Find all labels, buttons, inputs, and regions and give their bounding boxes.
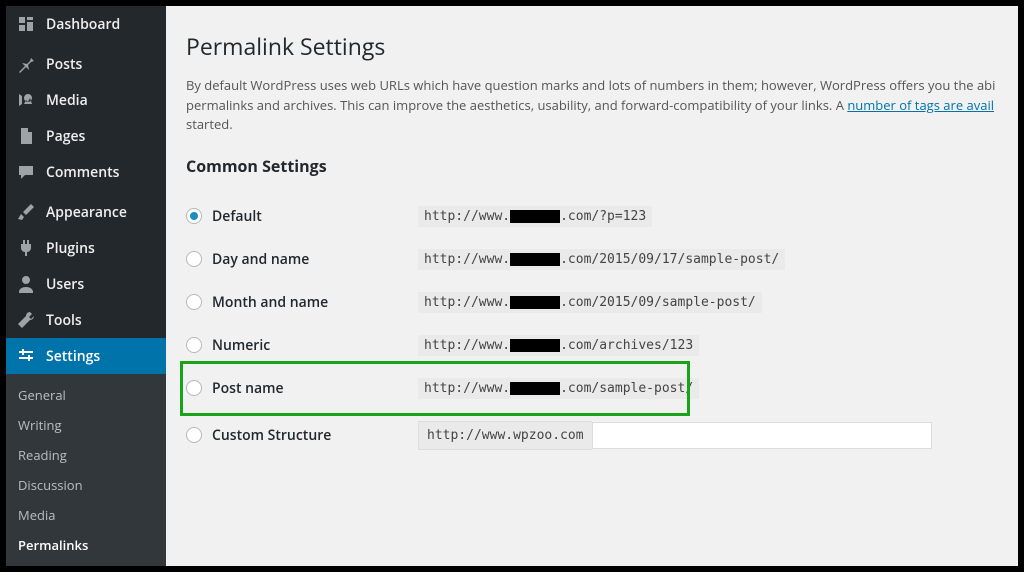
- redacted-domain: [510, 382, 560, 395]
- submenu-media[interactable]: Media: [6, 500, 166, 530]
- dashboard-icon: [16, 14, 36, 34]
- submenu-discussion[interactable]: Discussion: [6, 470, 166, 500]
- tags-link[interactable]: number of tags are avail: [847, 96, 994, 114]
- sidebar-item-label: Users: [46, 275, 84, 294]
- page-description: By default WordPress uses web URLs which…: [186, 76, 998, 135]
- submenu-general[interactable]: General: [6, 380, 166, 410]
- sidebar-item-label: Media: [46, 91, 88, 110]
- settings-submenu: General Writing Reading Discussion Media…: [6, 374, 166, 566]
- sidebar-item-label: Tools: [46, 311, 82, 330]
- radio-label: Numeric: [212, 336, 270, 355]
- option-numeric[interactable]: Numeric http://www..com/archives/123: [186, 324, 998, 367]
- radio-numeric[interactable]: [186, 337, 202, 353]
- admin-sidebar: Dashboard Posts Media Pages Comments: [6, 6, 166, 566]
- media-icon: [16, 90, 36, 110]
- plug-icon: [16, 238, 36, 258]
- sidebar-item-label: Posts: [46, 55, 82, 74]
- sidebar-item-posts[interactable]: Posts: [6, 46, 166, 82]
- comment-icon: [16, 162, 36, 182]
- custom-structure-input[interactable]: [592, 422, 932, 449]
- sliders-icon: [16, 346, 36, 366]
- sidebar-item-pages[interactable]: Pages: [6, 118, 166, 154]
- submenu-reading[interactable]: Reading: [6, 440, 166, 470]
- redacted-domain: [510, 296, 560, 309]
- radio-post-name[interactable]: [186, 380, 202, 396]
- radio-label: Custom Structure: [212, 426, 331, 445]
- option-day-name[interactable]: Day and name http://www..com/2015/09/17/…: [186, 238, 998, 281]
- app-frame: Dashboard Posts Media Pages Comments: [6, 6, 1018, 566]
- option-month-name[interactable]: Month and name http://www..com/2015/09/s…: [186, 281, 998, 324]
- submenu-permalinks[interactable]: Permalinks: [6, 530, 166, 560]
- redacted-domain: [510, 210, 560, 223]
- radio-label: Day and name: [212, 250, 309, 269]
- wrench-icon: [16, 310, 36, 330]
- sidebar-item-users[interactable]: Users: [6, 266, 166, 302]
- sidebar-item-comments[interactable]: Comments: [6, 154, 166, 190]
- page-icon: [16, 126, 36, 146]
- sidebar-item-dashboard[interactable]: Dashboard: [6, 6, 166, 42]
- option-default[interactable]: Default http://www..com/?p=123: [186, 195, 998, 238]
- example-url: http://www..com/?p=123: [418, 206, 652, 227]
- radio-month-name[interactable]: [186, 294, 202, 310]
- option-post-name[interactable]: Post name http://www..com/sample-post/: [186, 367, 998, 410]
- radio-label: Post name: [212, 379, 284, 398]
- sidebar-item-media[interactable]: Media: [6, 82, 166, 118]
- sidebar-item-settings[interactable]: Settings: [6, 338, 166, 374]
- example-url: http://www..com/2015/09/17/sample-post/: [418, 249, 785, 270]
- example-url: http://www..com/archives/123: [418, 335, 699, 356]
- option-custom[interactable]: Custom Structure http://www.wpzoo.com: [186, 410, 998, 461]
- section-heading: Common Settings: [186, 155, 998, 177]
- brush-icon: [16, 202, 36, 222]
- sidebar-item-tools[interactable]: Tools: [6, 302, 166, 338]
- radio-label: Default: [212, 207, 262, 226]
- custom-prefix: http://www.wpzoo.com: [418, 421, 592, 450]
- sidebar-item-label: Pages: [46, 127, 85, 146]
- example-url: http://www..com/2015/09/sample-post/: [418, 292, 762, 313]
- pin-icon: [16, 54, 36, 74]
- page-title: Permalink Settings: [186, 30, 998, 62]
- sidebar-item-label: Plugins: [46, 239, 95, 258]
- user-icon: [16, 274, 36, 294]
- radio-default[interactable]: [186, 208, 202, 224]
- sidebar-item-plugins[interactable]: Plugins: [6, 230, 166, 266]
- radio-day-name[interactable]: [186, 251, 202, 267]
- sidebar-item-label: Appearance: [46, 203, 127, 222]
- radio-label: Month and name: [212, 293, 328, 312]
- sidebar-item-label: Settings: [46, 347, 100, 366]
- sidebar-item-appearance[interactable]: Appearance: [6, 194, 166, 230]
- example-url: http://www..com/sample-post/: [418, 378, 699, 399]
- redacted-domain: [510, 339, 560, 352]
- main-content: Permalink Settings By default WordPress …: [166, 6, 1018, 566]
- radio-custom[interactable]: [186, 427, 202, 443]
- redacted-domain: [510, 253, 560, 266]
- sidebar-item-label: Comments: [46, 163, 119, 182]
- submenu-writing[interactable]: Writing: [6, 410, 166, 440]
- sidebar-item-label: Dashboard: [46, 15, 120, 34]
